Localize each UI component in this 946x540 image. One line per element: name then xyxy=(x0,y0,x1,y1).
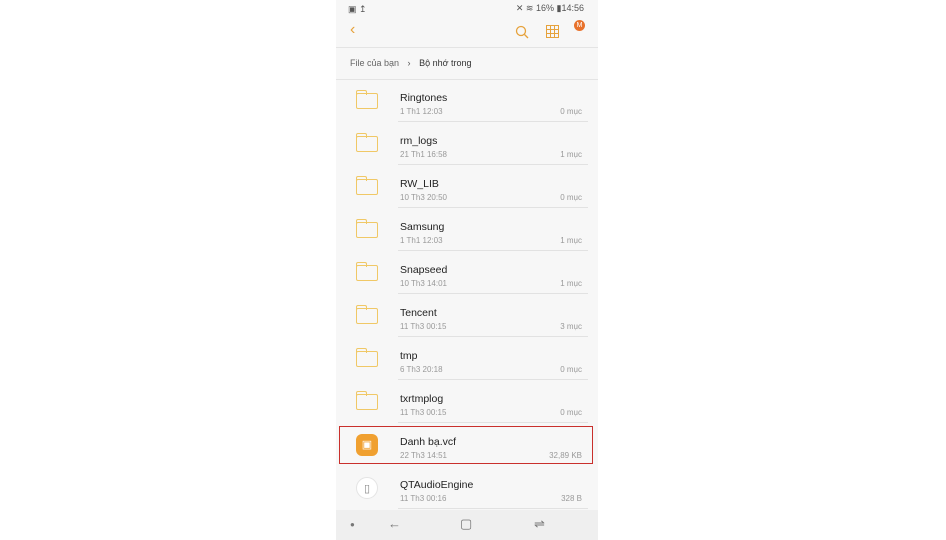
status-bar: ▣ ↥ ✕ ≋ 16% ▮14:56 xyxy=(336,0,598,18)
list-item[interactable]: rm_logs 21 Th1 16:58 1 mục xyxy=(336,122,598,165)
item-name: txrtmplog xyxy=(400,393,444,405)
back-icon[interactable]: ‹ xyxy=(350,21,355,39)
item-date: 11 Th3 00:16 xyxy=(400,494,447,503)
image-icon: ▣ ↥ xyxy=(348,4,367,14)
grid-view-icon[interactable] xyxy=(546,25,559,38)
item-date: 11 Th3 00:15 xyxy=(400,408,447,417)
folder-icon xyxy=(356,133,378,152)
clock: 14:56 xyxy=(561,3,584,13)
folder-icon xyxy=(356,391,378,410)
item-date: 1 Th1 12:03 xyxy=(400,236,443,245)
item-date: 6 Th3 20:18 xyxy=(400,365,443,374)
item-date: 11 Th3 00:15 xyxy=(400,322,447,331)
item-name: tmp xyxy=(400,350,418,362)
list-item[interactable]: Snapseed 10 Th3 14:01 1 mục xyxy=(336,251,598,294)
item-name: Samsung xyxy=(400,221,445,233)
toolbar: ‹ M xyxy=(336,18,598,46)
item-size: 0 mục xyxy=(560,408,582,417)
highlight-box xyxy=(339,426,593,464)
item-date: 1 Th1 12:03 xyxy=(400,107,443,116)
list-item[interactable]: ▯ QTAudioEngine 11 Th3 00:16 328 B xyxy=(336,466,598,509)
breadcrumb-current: Bộ nhớ trong xyxy=(419,58,472,68)
folder-icon xyxy=(356,305,378,324)
wifi-icon: ≋ xyxy=(525,3,534,13)
folder-icon xyxy=(356,262,378,281)
battery-level: 16% xyxy=(535,3,554,13)
list-item[interactable]: tmp 6 Th3 20:18 0 mục xyxy=(336,337,598,380)
dot-icon[interactable]: ● xyxy=(350,520,355,529)
item-size: 0 mục xyxy=(560,193,582,202)
mute-icon: ✕ xyxy=(515,3,524,13)
folder-icon xyxy=(356,176,378,195)
item-name: RW_LIB xyxy=(400,178,439,190)
list-item[interactable]: ▣ Danh bạ.vcf 22 Th3 14:51 32,89 KB xyxy=(336,423,598,466)
item-date: 10 Th3 20:50 xyxy=(400,193,448,202)
list-item[interactable]: txrtmplog 11 Th3 00:15 0 mục xyxy=(336,380,598,423)
folder-icon xyxy=(356,348,378,367)
list-item[interactable]: RW_LIB 10 Th3 20:50 0 mục xyxy=(336,165,598,208)
home-icon[interactable]: ▢ xyxy=(460,516,472,532)
list-item[interactable]: Tencent 11 Th3 00:15 3 mục xyxy=(336,294,598,337)
chevron-right-icon: › xyxy=(407,58,411,68)
search-icon[interactable] xyxy=(515,25,529,39)
file-icon: ▯ xyxy=(356,477,378,499)
navigation-bar: ● ← ▢ ⇌ xyxy=(336,510,598,540)
back-nav-icon[interactable]: ← xyxy=(388,516,401,531)
folder-icon xyxy=(356,90,378,109)
item-size: 0 mục xyxy=(560,107,582,116)
item-size: 328 B xyxy=(561,494,582,503)
divider xyxy=(398,508,588,509)
item-size: 3 mục xyxy=(560,322,582,331)
phone-screen: ▣ ↥ ✕ ≋ 16% ▮14:56 ‹ M File của bạn › Bộ… xyxy=(336,0,598,540)
item-size: 1 mục xyxy=(560,279,582,288)
item-name: Tencent xyxy=(400,307,437,319)
item-name: rm_logs xyxy=(400,135,438,147)
folder-icon xyxy=(356,219,378,238)
item-date: 21 Th1 16:58 xyxy=(400,150,448,159)
breadcrumb: File của bạn › Bộ nhớ trong xyxy=(336,47,598,80)
item-size: 1 mục xyxy=(560,150,582,159)
item-name: Snapseed xyxy=(400,264,448,276)
notification-icon[interactable]: M xyxy=(574,20,585,31)
item-name: Ringtones xyxy=(400,92,448,104)
list-item[interactable]: Ringtones 1 Th1 12:03 0 mục xyxy=(336,79,598,122)
file-list: Ringtones 1 Th1 12:03 0 mục rm_logs 21 Th1 1… xyxy=(336,79,598,509)
item-name: QTAudioEngine xyxy=(400,479,474,491)
list-item[interactable]: Samsung 1 Th1 12:03 1 mục xyxy=(336,208,598,251)
item-date: 10 Th3 14:01 xyxy=(400,279,448,288)
breadcrumb-root[interactable]: File của bạn xyxy=(350,58,399,68)
recents-icon[interactable]: ⇌ xyxy=(534,516,545,532)
item-size: 1 mục xyxy=(560,236,582,245)
item-size: 0 mục xyxy=(560,365,582,374)
